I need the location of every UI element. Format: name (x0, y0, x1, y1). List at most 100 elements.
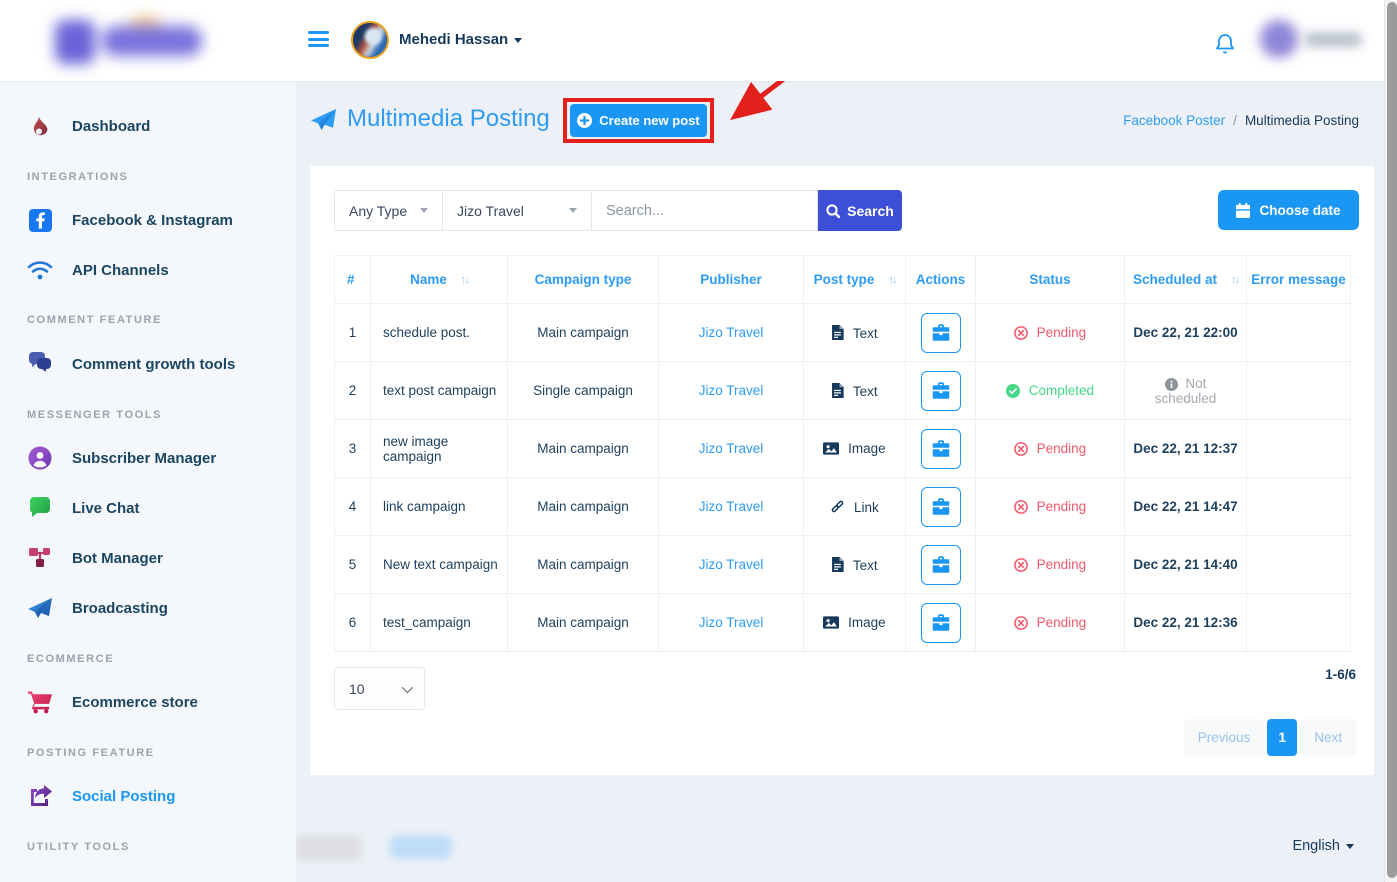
sort-icon[interactable]: ↑↓ (1231, 274, 1240, 286)
scrollbar-thumb[interactable] (1386, 2, 1397, 878)
filter-bar: Any Type Jizo Travel Search (334, 190, 902, 231)
publisher-link[interactable]: Jizo Travel (699, 499, 764, 514)
campaign-actions-button[interactable] (920, 312, 961, 353)
share-square-icon (27, 783, 53, 809)
sidebar-item-api-channels[interactable]: API Channels (0, 252, 296, 288)
file-text-icon (831, 324, 844, 340)
cell-number: 6 (334, 593, 371, 652)
times-circle-icon (1013, 558, 1028, 572)
image-icon (823, 442, 840, 455)
paper-plane-icon (27, 595, 53, 621)
cell-number: 2 (334, 361, 371, 420)
sidebar-item-comment-growth-tools[interactable]: Comment growth tools (0, 346, 296, 382)
globe-icon (27, 875, 53, 882)
user-chip-blurred[interactable] (1246, 8, 1368, 72)
menu-toggle-icon[interactable] (308, 31, 329, 48)
table-row: 1 schedule post. Main campaign Jizo Trav… (334, 303, 1351, 362)
table-column-header[interactable]: Actions↑↓ (905, 255, 976, 304)
cell-name: schedule post. (370, 303, 508, 362)
choose-date-button[interactable]: Choose date (1218, 190, 1359, 230)
user-avatar[interactable] (351, 21, 389, 59)
cell-campaign-type: Main campaign (507, 419, 659, 478)
facebook-icon (27, 207, 53, 233)
cell-error-message (1246, 303, 1351, 362)
table-column-header[interactable]: Error message↑↓ (1246, 255, 1351, 304)
cell-campaign-type: Main campaign (507, 477, 659, 536)
briefcase-icon (932, 382, 950, 399)
page-size-select[interactable]: 10 (334, 667, 425, 710)
sidebar-item-social-posting[interactable]: Social Posting (0, 778, 296, 814)
sidebar-item-dashboard[interactable]: Dashboard (0, 108, 296, 144)
comments-icon (27, 351, 53, 377)
breadcrumb-facebook-poster[interactable]: Facebook Poster (1123, 113, 1225, 128)
chevron-down-icon (420, 208, 428, 213)
table-column-header[interactable]: Scheduled at ↑↓ (1124, 255, 1247, 304)
wifi-icon (27, 257, 53, 283)
cell-status: Pending (975, 593, 1125, 652)
sidebar-item-partial[interactable] (0, 870, 296, 882)
briefcase-icon (932, 556, 950, 573)
sidebar-item-ecommerce-store[interactable]: Ecommerce store (0, 684, 296, 720)
image-icon (823, 616, 840, 629)
content-card: Any Type Jizo Travel Search Choose date (310, 166, 1374, 775)
sidebar-item-live-chat[interactable]: Live Chat (0, 490, 296, 526)
sidebar-section-ecommerce: ECOMMERCE (27, 653, 115, 665)
flame-icon (27, 113, 53, 139)
footer-blurred-text (295, 836, 361, 860)
create-new-post-button[interactable]: Create new post (570, 104, 707, 137)
campaign-actions-button[interactable] (920, 370, 961, 411)
campaign-actions-button[interactable] (920, 428, 961, 469)
table-column-header[interactable]: Publisher↑↓ (658, 255, 804, 304)
language-dropdown[interactable]: English (1292, 838, 1354, 854)
user-menu[interactable]: Mehedi Hassan (399, 31, 523, 48)
previous-page-button[interactable]: Previous (1183, 719, 1265, 756)
cell-post-type: Image (803, 593, 906, 652)
campaign-actions-button[interactable] (920, 544, 961, 585)
sidebar-section-posting-feature: POSTING FEATURE (27, 747, 155, 759)
publisher-link[interactable]: Jizo Travel (699, 615, 764, 630)
shopping-cart-icon (27, 689, 53, 715)
file-text-icon (831, 382, 844, 398)
briefcase-icon (932, 614, 950, 631)
sidebar-item-facebook-instagram[interactable]: Facebook & Instagram (0, 202, 296, 238)
cell-name: New text campaign (370, 535, 508, 594)
table-column-header[interactable]: Campaign type↑↓ (507, 255, 659, 304)
table-column-header[interactable]: Status↑↓ (975, 255, 1125, 304)
sort-icon[interactable]: ↑↓ (461, 274, 470, 286)
publisher-link[interactable]: Jizo Travel (699, 383, 764, 398)
notifications-bell-icon[interactable] (1215, 33, 1235, 55)
paper-plane-icon (310, 107, 337, 132)
pagination: Previous 1 Next (1183, 719, 1356, 756)
post-type-filter-select[interactable]: Any Type (334, 190, 443, 231)
briefcase-icon (932, 324, 950, 341)
publisher-filter-select[interactable]: Jizo Travel (443, 190, 592, 231)
cell-error-message (1246, 419, 1351, 478)
sidebar-item-broadcasting[interactable]: Broadcasting (0, 590, 296, 626)
footer-blurred-badge (390, 835, 452, 859)
current-page-button[interactable]: 1 (1267, 719, 1298, 756)
sort-icon[interactable]: ↑↓ (888, 274, 897, 286)
cell-name: link campaign (370, 477, 508, 536)
cell-campaign-type: Main campaign (507, 593, 659, 652)
sidebar-item-bot-manager[interactable]: Bot Manager (0, 540, 296, 576)
cell-publisher: Jizo Travel (658, 361, 804, 420)
search-input[interactable] (592, 190, 818, 231)
page-scrollbar[interactable] (1384, 0, 1397, 882)
publisher-link[interactable]: Jizo Travel (699, 557, 764, 572)
cell-status: Pending (975, 419, 1125, 478)
sidebar-item-subscriber-manager[interactable]: Subscriber Manager (0, 440, 296, 476)
table-row: 6 test_campaign Main campaign Jizo Trave… (334, 593, 1351, 652)
cell-post-type: Image (803, 419, 906, 478)
campaign-actions-button[interactable] (920, 602, 961, 643)
table-column-header[interactable]: Name ↑↓ (370, 255, 508, 304)
publisher-link[interactable]: Jizo Travel (699, 441, 764, 456)
next-page-button[interactable]: Next (1300, 719, 1356, 756)
table-column-header[interactable]: #↑↓ (334, 255, 371, 304)
publisher-link[interactable]: Jizo Travel (699, 325, 764, 340)
cell-number: 5 (334, 535, 371, 594)
campaign-actions-button[interactable] (920, 486, 961, 527)
table-column-header[interactable]: Post type ↑↓ (803, 255, 906, 304)
cell-error-message (1246, 477, 1351, 536)
cell-status: Pending (975, 535, 1125, 594)
search-button[interactable]: Search (818, 190, 902, 231)
